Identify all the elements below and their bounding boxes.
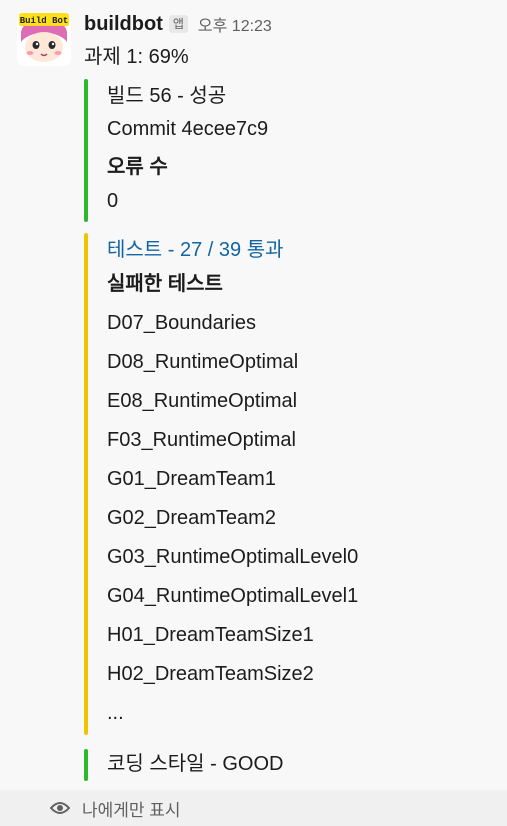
failed-test-item: D07_Boundaries xyxy=(107,312,256,334)
build-title: 빌드 56 - 성공 xyxy=(107,85,227,107)
attachment-color-bar xyxy=(84,233,88,735)
failed-tests-label: 실패한 테스트 xyxy=(107,273,223,295)
style-attachment: 코딩 스타일 - GOOD xyxy=(84,749,283,781)
ephemeral-footer: 나에게만 표시 xyxy=(0,790,507,826)
bot-message: Build Bot buildbot 앱 오후 12:23 과제 1: 69% … xyxy=(0,0,507,790)
failed-test-item: G03_RuntimeOptimalLevel0 xyxy=(107,546,359,568)
message-header: buildbot 앱 오후 12:23 xyxy=(84,10,272,38)
failed-test-item: G04_RuntimeOptimalLevel1 xyxy=(107,585,359,607)
error-count-label: 오류 수 xyxy=(107,156,168,178)
message-timestamp[interactable]: 오후 12:23 xyxy=(198,12,272,36)
style-title: 코딩 스타일 - GOOD xyxy=(107,753,284,775)
attachment-color-bar xyxy=(84,749,88,781)
failed-test-item: H01_DreamTeamSize1 xyxy=(107,624,314,646)
attachment-color-bar xyxy=(84,79,88,222)
commit-text: Commit 4ecee7c9 xyxy=(107,118,269,140)
tests-attachment: 테스트 - 27 / 39 통과 실패한 테스트 D07_Boundaries … xyxy=(84,233,358,735)
cartoon-face-avatar-icon: Build Bot xyxy=(17,12,71,66)
only-visible-to-you-text: 나에게만 표시 xyxy=(82,800,181,820)
failed-test-item: E08_RuntimeOptimal xyxy=(107,390,298,412)
failed-test-item: G01_DreamTeam1 xyxy=(107,468,276,490)
bot-avatar[interactable]: Build Bot xyxy=(17,12,71,66)
app-badge: 앱 xyxy=(168,15,188,33)
failed-test-item: D08_RuntimeOptimal xyxy=(107,351,299,373)
failed-test-ellipsis: ... xyxy=(107,702,124,724)
build-attachment: 빌드 56 - 성공 Commit 4ecee7c9 오류 수 0 xyxy=(84,79,268,222)
failed-tests-list: D07_Boundaries D08_RuntimeOptimal E08_Ru… xyxy=(107,309,358,738)
failed-test-item: H02_DreamTeamSize2 xyxy=(107,663,314,685)
tests-title-link[interactable]: 테스트 - 27 / 39 통과 xyxy=(107,236,284,264)
message-summary: 과제 1: 69% xyxy=(84,46,189,68)
sender-name[interactable]: buildbot xyxy=(84,13,163,36)
eye-icon xyxy=(49,801,71,815)
failed-test-item: G02_DreamTeam2 xyxy=(107,507,276,529)
avatar-banner-text: Build Bot xyxy=(20,16,69,26)
error-count-value: 0 xyxy=(107,190,119,212)
failed-test-item: F03_RuntimeOptimal xyxy=(107,429,296,451)
